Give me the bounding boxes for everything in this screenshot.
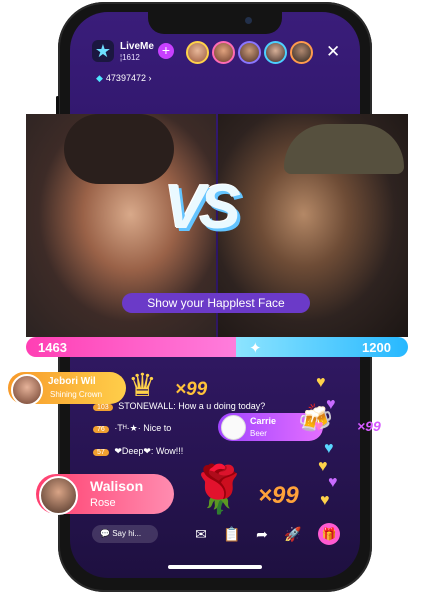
clipboard-icon[interactable]: 📋 xyxy=(223,525,241,543)
level-badge: 57 xyxy=(93,449,109,456)
chat-text: Wow!!! xyxy=(155,446,184,456)
chat-message: 57 ❤Deep❤: Wow!!! xyxy=(93,446,183,457)
level-badge: 76 xyxy=(93,426,109,433)
gift-multiplier: ×99 xyxy=(175,379,208,400)
message-icon[interactable]: ✉ xyxy=(192,525,210,543)
heart-icon: ♥ xyxy=(324,440,334,457)
gift-multiplier: ×99 xyxy=(357,418,381,434)
heart-icon: ♥ xyxy=(314,418,324,435)
chat-text: How a u doing today? xyxy=(178,401,266,411)
heart-icon: ♥ xyxy=(316,374,326,391)
chat-user: ·Tᴴ·★· xyxy=(114,423,141,433)
heart-icon: ♥ xyxy=(320,492,330,509)
avatar[interactable] xyxy=(11,374,43,406)
spark-icon: ✦ xyxy=(249,340,262,357)
pk-score-bar xyxy=(26,337,408,357)
gift-name: Rose xyxy=(90,497,116,509)
heart-icon: ♥ xyxy=(318,458,328,475)
right-score: 1200 xyxy=(362,340,391,355)
right-streamer-cap xyxy=(284,124,404,174)
liveme-logo-icon: ★ xyxy=(92,40,114,62)
notch xyxy=(148,10,282,34)
coin-count: 47397472 › xyxy=(105,73,152,83)
share-icon[interactable]: ➦ xyxy=(253,525,271,543)
rose-icon: 🌹 xyxy=(190,463,248,515)
coin-balance[interactable]: ◆ 47397472 › xyxy=(96,73,151,84)
say-hi-label: Say hi... xyxy=(112,529,142,538)
chat-bubble-icon: 💬 xyxy=(100,529,113,538)
left-streamer-hair xyxy=(64,114,174,184)
app-name: LiveMe xyxy=(120,41,154,52)
challenge-banner: Show your Happlest Face xyxy=(122,293,310,313)
avatar[interactable] xyxy=(264,41,287,64)
chat-message: 103 STONEWALL: How a u doing today? xyxy=(93,401,265,411)
chat-message: 76 ·Tᴴ·★· Nice to xyxy=(93,423,171,434)
heart-icon: ♥ xyxy=(326,396,336,413)
crown-icon: ♛ xyxy=(128,367,157,403)
chat-user: STONEWALL: xyxy=(118,401,176,411)
floating-hearts: ♥ ♥ ♥ ♥ ♥ ♥ ♥ xyxy=(312,374,352,519)
rocket-icon[interactable]: 🚀 xyxy=(284,525,302,543)
follow-button[interactable]: + xyxy=(158,43,174,59)
chat-user: ❤Deep❤: xyxy=(114,446,154,456)
diamond-icon: ◆ xyxy=(96,73,103,83)
heart-icon: ♥ xyxy=(328,474,338,491)
say-hi-input[interactable]: 💬 Say hi... xyxy=(92,525,158,543)
close-icon[interactable]: ✕ xyxy=(326,42,340,62)
fans-count: ¦1612 xyxy=(120,53,140,62)
gift-multiplier: ×99 xyxy=(258,482,299,509)
level-badge: 103 xyxy=(93,404,113,411)
viewer-avatars xyxy=(186,41,313,64)
vs-label: VS xyxy=(164,173,241,242)
avatar[interactable] xyxy=(39,476,78,515)
gift-sender-name: Carrie xyxy=(250,416,277,426)
avatar[interactable] xyxy=(212,41,235,64)
gift-name: Shining Crown xyxy=(50,390,103,399)
gift-button[interactable]: 🎁 xyxy=(318,523,340,545)
gift-sender-name: Walison xyxy=(90,478,144,494)
avatar[interactable] xyxy=(221,415,246,440)
gift-sender-name: Jebori Wil xyxy=(48,376,96,387)
gift-name: Beer xyxy=(250,429,267,438)
avatar[interactable] xyxy=(290,41,313,64)
home-indicator xyxy=(168,565,262,569)
left-score: 1463 xyxy=(38,340,67,355)
camera-icon xyxy=(245,17,252,24)
avatar[interactable] xyxy=(238,41,261,64)
chat-text: Nice to xyxy=(143,423,172,433)
avatar[interactable] xyxy=(186,41,209,64)
